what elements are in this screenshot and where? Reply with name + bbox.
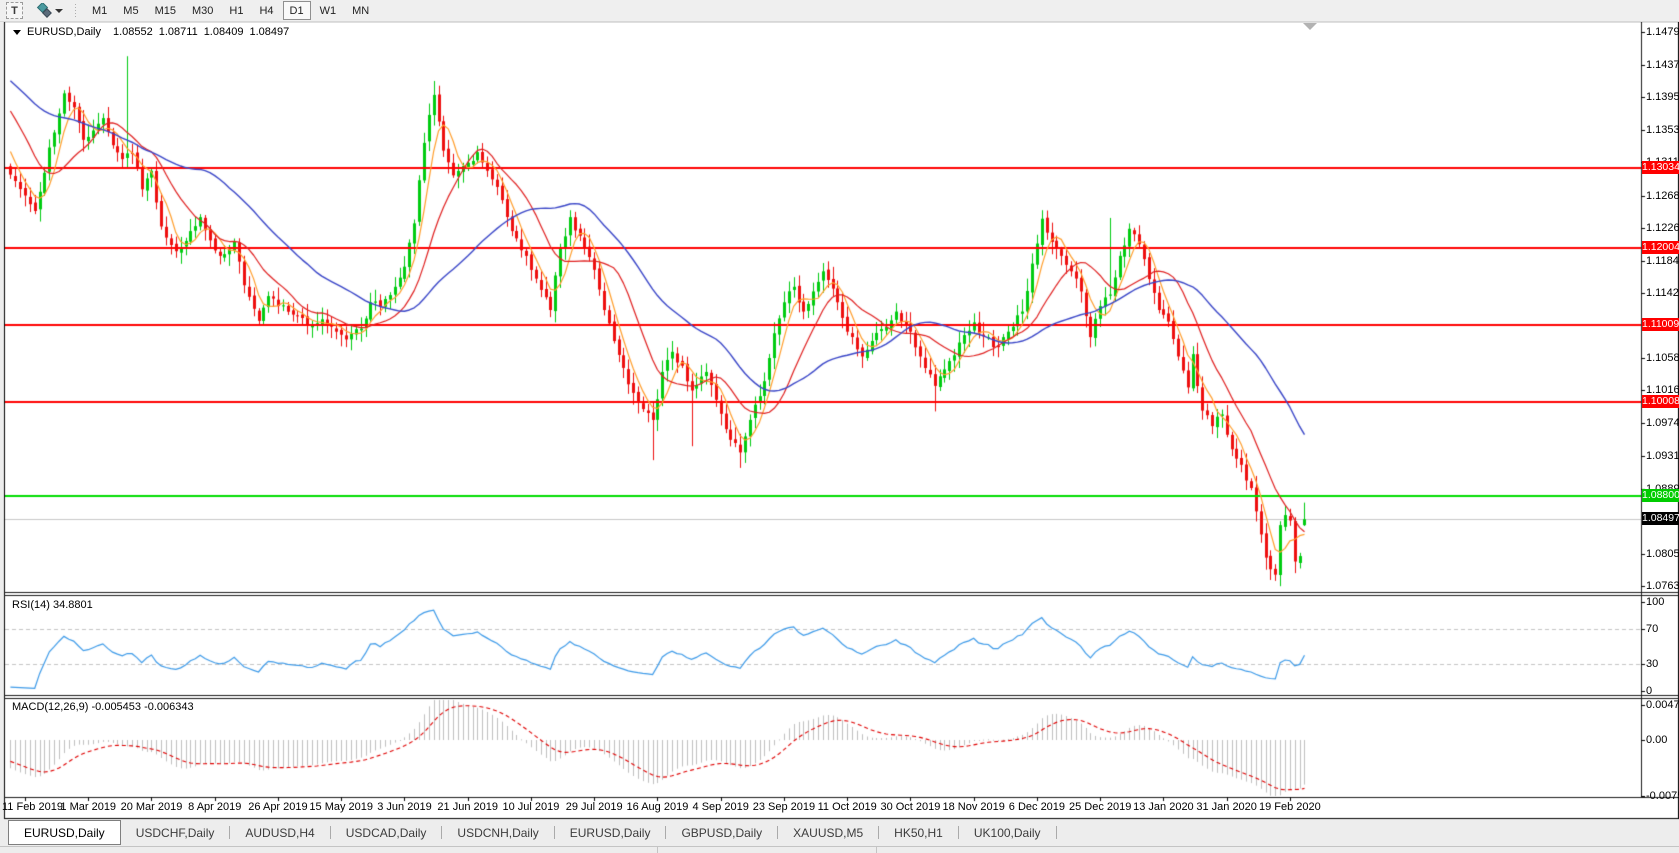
ohlc-high: 1.08711 <box>159 26 198 38</box>
macd-tick-label: -0.00758 <box>1646 790 1679 802</box>
price-tick-label: 1.13950 <box>1646 91 1679 103</box>
rsi-label: RSI(14) <box>12 599 50 611</box>
status-bar <box>0 846 1679 853</box>
ohlc-close: 1.08497 <box>249 26 289 38</box>
price-tick-label: 1.11420 <box>1646 287 1679 299</box>
macd-main-value: -0.005453 <box>91 701 141 713</box>
timeframe-button-h4[interactable]: H4 <box>252 1 280 20</box>
ohlc-low: 1.08409 <box>204 26 244 38</box>
price-tick-label: 1.12680 <box>1646 190 1679 202</box>
macd-signal-value: -0.006343 <box>144 701 194 713</box>
rsi-tick-label: 70 <box>1646 623 1658 635</box>
date-tick-label: 29 Jul 2019 <box>566 801 623 813</box>
date-tick-label: 23 Sep 2019 <box>753 801 815 813</box>
chart-symbol-label: EURUSD,Daily <box>27 26 101 38</box>
chart-tab-gbpusd-daily[interactable]: GBPUSD,Daily <box>666 820 777 845</box>
macd-tick-label: 0.004738 <box>1646 699 1679 711</box>
chart-tab-bar: EURUSD,DailyUSDCHF,DailyAUDUSD,H4USDCAD,… <box>0 820 1679 845</box>
objects-dropdown-button[interactable] <box>35 3 63 18</box>
chart-tab-hk50-h1[interactable]: HK50,H1 <box>879 820 958 845</box>
price-tick-label: 1.14790 <box>1646 26 1679 38</box>
timeframe-button-m30[interactable]: M30 <box>185 1 220 20</box>
timeframe-button-h1[interactable]: H1 <box>222 1 250 20</box>
current_price-price-badge: 1.08497 <box>1642 512 1679 525</box>
mt4-terminal: T M1M5M15M30H1H4D1W1MN EURUSD,Daily 1.08… <box>0 0 1679 853</box>
date-tick-label: 4 Sep 2019 <box>693 801 749 813</box>
date-tick-label: 30 Oct 2019 <box>880 801 940 813</box>
status-separator <box>657 847 658 853</box>
date-tick-label: 18 Nov 2019 <box>942 801 1004 813</box>
support-price-badge: 1.08800 <box>1642 489 1679 502</box>
resistance-price-badge: 1.13034 <box>1642 161 1679 174</box>
diamonds-icon <box>35 3 52 18</box>
rsi-pane-label: RSI(14) 34.8801 <box>12 599 93 611</box>
rsi-value: 34.8801 <box>53 599 93 611</box>
date-tick-label: 13 Jan 2020 <box>1133 801 1194 813</box>
rsi-tick-label: 100 <box>1646 596 1664 608</box>
macd-pane-label: MACD(12,26,9) -0.005453 -0.006343 <box>12 701 194 713</box>
chart-title: EURUSD,Daily 1.08552 1.08711 1.08409 1.0… <box>13 26 295 38</box>
chart-tab-xauusd-m5[interactable]: XAUUSD,M5 <box>778 820 878 845</box>
rsi-tick-label: 0 <box>1646 685 1652 697</box>
price-tick-label: 1.07630 <box>1646 580 1679 592</box>
toolbar-grip[interactable] <box>75 4 76 18</box>
chart-tab-usdcnh-daily[interactable]: USDCNH,Daily <box>442 820 553 845</box>
date-tick-label: 6 Dec 2019 <box>1009 801 1065 813</box>
resistance-price-badge: 1.10008 <box>1642 395 1679 408</box>
chart-tab-eurusd-daily[interactable]: EURUSD,Daily <box>8 820 121 845</box>
chart-tab-audusd-h4[interactable]: AUDUSD,H4 <box>230 820 329 845</box>
price-tick-label: 1.13530 <box>1646 124 1679 136</box>
status-separator <box>876 847 877 853</box>
timeframe-button-mn[interactable]: MN <box>345 1 376 20</box>
date-tick-label: 25 Dec 2019 <box>1069 801 1131 813</box>
date-tick-label: 16 Aug 2019 <box>627 801 689 813</box>
timeframe-button-m5[interactable]: M5 <box>116 1 145 20</box>
chart-tab-uk100-daily[interactable]: UK100,Daily <box>959 820 1056 845</box>
chart-shift-marker-icon[interactable] <box>1303 23 1317 30</box>
chart-tab-usdcad-daily[interactable]: USDCAD,Daily <box>331 820 442 845</box>
timeframe-button-m15[interactable]: M15 <box>148 1 183 20</box>
date-tick-label: 1 Mar 2019 <box>60 801 116 813</box>
date-tick-label: 19 Feb 2020 <box>1259 801 1321 813</box>
chevron-down-icon <box>55 9 63 13</box>
date-tick-label: 11 Oct 2019 <box>818 801 877 813</box>
date-tick-label: 26 Apr 2019 <box>248 801 307 813</box>
chart-canvas[interactable] <box>0 0 1679 853</box>
date-tick-label: 10 Jul 2019 <box>503 801 560 813</box>
rsi-tick-label: 30 <box>1646 658 1658 670</box>
date-tick-label: 11 Feb 2019 <box>2 801 63 813</box>
chart-tab-usdchf-daily[interactable]: USDCHF,Daily <box>121 820 230 845</box>
price-tick-label: 1.10580 <box>1646 352 1679 364</box>
timeframe-button-m1[interactable]: M1 <box>85 1 114 20</box>
price-tick-label: 1.08050 <box>1646 548 1679 560</box>
price-tick-label: 1.09310 <box>1646 450 1679 462</box>
price-tick-label: 1.09740 <box>1646 417 1679 429</box>
timeframe-button-d1[interactable]: D1 <box>283 1 311 20</box>
timeframe-button-w1[interactable]: W1 <box>313 1 344 20</box>
macd-label: MACD(12,26,9) <box>12 701 88 713</box>
date-tick-label: 21 Jun 2019 <box>437 801 498 813</box>
price-tick-label: 1.14370 <box>1646 59 1679 71</box>
ohlc-open: 1.08552 <box>113 26 153 38</box>
tab-separator <box>1056 826 1057 839</box>
resistance-price-badge: 1.12004 <box>1642 241 1679 254</box>
price-tick-label: 1.12260 <box>1646 222 1679 234</box>
text-label-tool-button[interactable]: T <box>6 2 23 19</box>
timeframe-toolbar: M1M5M15M30H1H4D1W1MN <box>84 1 377 20</box>
toolbar: T M1M5M15M30H1H4D1W1MN <box>0 0 1679 22</box>
date-tick-label: 31 Jan 2020 <box>1196 801 1257 813</box>
chart-tab-eurusd-daily[interactable]: EURUSD,Daily <box>555 820 666 845</box>
date-tick-label: 20 Mar 2019 <box>121 801 183 813</box>
date-tick-label: 8 Apr 2019 <box>188 801 241 813</box>
macd-tick-label: 0.00 <box>1646 734 1667 746</box>
date-tick-label: 15 May 2019 <box>309 801 373 813</box>
date-tick-label: 3 Jun 2019 <box>377 801 431 813</box>
price-tick-label: 1.11840 <box>1646 255 1679 267</box>
symbol-dropdown-icon[interactable] <box>13 30 21 35</box>
resistance-price-badge: 1.11009 <box>1642 318 1679 331</box>
